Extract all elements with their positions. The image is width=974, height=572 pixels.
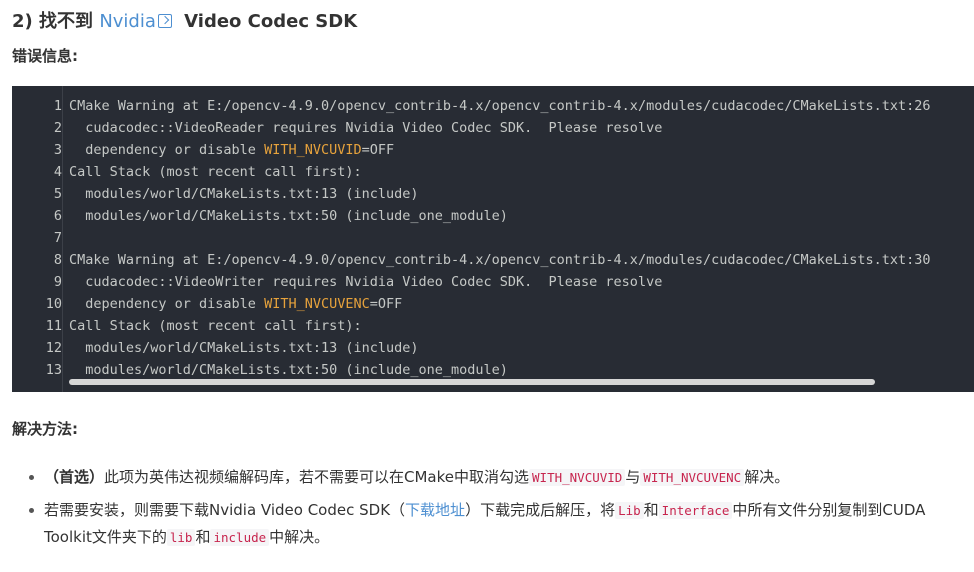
inline-code: WITH_NVCUVID [529, 469, 626, 486]
horizontal-scrollbar[interactable] [69, 379, 875, 385]
list-item: （首选）此项为英伟达视频编解码库，若不需要可以在CMake中取消勾选 WITH_N… [12, 464, 952, 491]
line-number: 8 [53, 252, 62, 268]
code-text: modules/world/CMakeLists.txt:50 (include… [69, 208, 508, 224]
bullet-text: 若需要安装，则需要下载Nvidia Video Codec SDK（ [44, 501, 406, 519]
code-text: dependency or disable [69, 296, 265, 312]
line-number: 10 [45, 296, 62, 312]
code-text: =OFF [369, 296, 403, 312]
line-number-gutter: 1 2 3 4 5 6 7 8 9 10 11 12 13 [12, 95, 64, 381]
line-number: 13 [45, 362, 62, 378]
code-line: CMake Warning at E:/opencv-4.9.0/opencv_… [69, 249, 931, 271]
solution-list: （首选）此项为英伟达视频编解码库，若不需要可以在CMake中取消勾选 WITH_N… [12, 464, 952, 557]
line-number: 9 [53, 274, 62, 290]
line-number: 7 [53, 230, 62, 246]
download-link[interactable]: 下载地址 [405, 501, 465, 519]
line-number: 12 [45, 340, 62, 356]
code-text: CMake Warning at E:/opencv-4.9.0/opencv_… [69, 98, 931, 114]
bullet-text: 解决。 [744, 468, 790, 486]
heading-suffix: Video Codec SDK [184, 11, 358, 32]
code-text: Call Stack (most recent call first): [69, 318, 362, 334]
line-number: 11 [45, 318, 62, 334]
code-text: dependency or disable [69, 142, 265, 158]
code-text: modules/world/CMakeLists.txt:50 (include… [69, 362, 508, 378]
code-line: modules/world/CMakeLists.txt:13 (include… [69, 337, 931, 359]
code-line: dependency or disable WITH_NVCUVENC=OFF [69, 293, 931, 315]
code-line: CMake Warning at E:/opencv-4.9.0/opencv_… [69, 95, 931, 117]
external-link-icon [157, 14, 172, 28]
code-line: dependency or disable WITH_NVCUVID=OFF [69, 139, 931, 161]
highlighted-token: WITH_NVCUVENC [264, 296, 370, 312]
code-line: modules/world/CMakeLists.txt:50 (include… [69, 205, 931, 227]
code-text: =OFF [361, 142, 395, 158]
inline-code: include [210, 529, 270, 546]
solution-label: 解决方法: [12, 420, 78, 438]
code-block: 1 2 3 4 5 6 7 8 9 10 11 12 13 CMake Warning at E:/op… [12, 86, 974, 392]
line-number: 4 [53, 164, 62, 180]
line-number: 6 [53, 208, 62, 224]
inline-code: Interface [658, 502, 733, 519]
code-line [69, 227, 931, 249]
preferred-tag: （首选） [44, 468, 105, 486]
code-line: cudacodec::VideoReader requires Nvidia V… [69, 117, 931, 139]
code-text: modules/world/CMakeLists.txt:13 (include… [69, 340, 419, 356]
code-text: cudacodec::VideoWriter requires Nvidia V… [69, 274, 663, 290]
line-number: 5 [53, 186, 62, 202]
section-heading: 2) 找不到 Nvidia Video Codec SDK [12, 9, 357, 35]
bullet-text: 和 [195, 528, 211, 546]
nvidia-link[interactable]: Nvidia [99, 11, 156, 32]
line-number: 3 [53, 142, 62, 158]
code-text: Call Stack (most recent call first): [69, 164, 362, 180]
code-line: cudacodec::VideoWriter requires Nvidia V… [69, 271, 931, 293]
list-item: 若需要安装，则需要下载Nvidia Video Codec SDK（下载地址）下… [12, 497, 952, 551]
code-line: Call Stack (most recent call first): [69, 161, 931, 183]
code-line: modules/world/CMakeLists.txt:13 (include… [69, 183, 931, 205]
heading-prefix: 2) 找不到 [12, 11, 94, 32]
bullet-text: 与 [625, 468, 641, 486]
line-number: 2 [53, 120, 62, 136]
inline-code: WITH_NVCUVENC [640, 469, 745, 486]
line-number: 1 [53, 98, 62, 114]
code-line: Call Stack (most recent call first): [69, 315, 931, 337]
code-line: modules/world/CMakeLists.txt:50 (include… [69, 359, 931, 381]
code-text: cudacodec::VideoReader requires Nvidia V… [69, 120, 663, 136]
highlighted-token: WITH_NVCUVID [264, 142, 362, 158]
error-info-label: 错误信息: [12, 47, 78, 65]
code-text: CMake Warning at E:/opencv-4.9.0/opencv_… [69, 252, 931, 268]
code-content: CMake Warning at E:/opencv-4.9.0/opencv_… [69, 95, 931, 381]
inline-code: Lib [615, 502, 644, 519]
bullet-text: ）下载完成后解压，将 [465, 501, 616, 519]
inline-code: lib [166, 529, 196, 546]
code-text: modules/world/CMakeLists.txt:13 (include… [69, 186, 419, 202]
bullet-text: 此项为英伟达视频编解码库，若不需要可以在CMake中取消勾选 [104, 468, 530, 486]
bullet-text: 中解决。 [269, 528, 330, 546]
bullet-text: 和 [643, 501, 659, 519]
